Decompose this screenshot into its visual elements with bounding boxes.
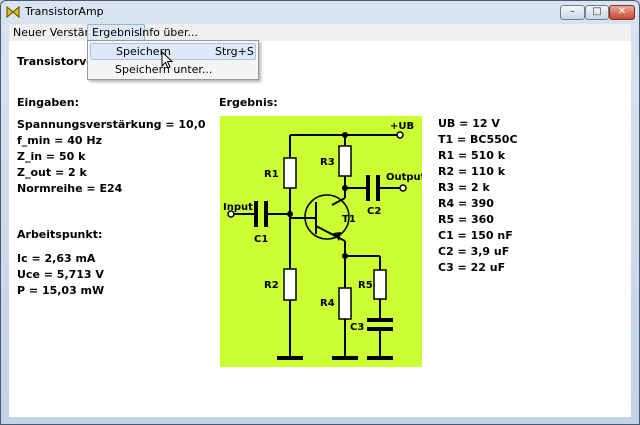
minimize-button[interactable]: – [560, 5, 585, 20]
result-t1: T1 = BC550C [438, 133, 518, 146]
speichern-shortcut: Strg+S [215, 45, 254, 58]
result-r5: R5 = 360 [438, 213, 494, 226]
operating-ic: Ic = 2,63 mA [17, 252, 96, 265]
circuit-schematic: +UB Output Input R1 R2 R3 R4 R5 C1 C2 C3… [220, 116, 422, 367]
window-title: TransistorAmp [25, 5, 104, 18]
result-c1: C1 = 150 nF [438, 229, 513, 242]
title-bar[interactable]: TransistorAmp – □ ✕ [1, 1, 639, 23]
menu-item-speichern-unter[interactable]: Speichern unter... [90, 61, 256, 78]
close-button[interactable]: ✕ [609, 5, 635, 20]
ub-terminal [396, 131, 404, 139]
r5-resistor [373, 269, 387, 300]
result-r2: R2 = 110 k [438, 165, 506, 178]
result-r1: R1 = 510 k [438, 149, 506, 162]
ergebnis-dropdown: Speichern Strg+S Speichern unter... [87, 40, 259, 80]
result-c3: C3 = 22 uF [438, 261, 506, 274]
result-c2: C2 = 3,9 uF [438, 245, 510, 258]
input-series: Normreihe = E24 [17, 182, 123, 195]
operating-power: P = 15,03 mW [17, 284, 105, 297]
c1-capacitor [254, 201, 268, 227]
menu-item-speichern[interactable]: Speichern Strg+S [90, 43, 256, 60]
operating-heading: Arbeitspunkt: [17, 228, 103, 241]
label-ub: +UB [390, 121, 414, 132]
maximize-button[interactable]: □ [585, 5, 609, 20]
label-r3: R3 [320, 157, 335, 168]
label-c2: C2 [367, 206, 381, 217]
label-c1: C1 [254, 234, 268, 245]
r2-resistor [283, 268, 297, 301]
input-fmin: f_min = 40 Hz [17, 134, 102, 147]
label-output: Output [386, 172, 422, 183]
transistor-app-icon [6, 5, 20, 19]
menu-info[interactable]: Info über... [135, 24, 202, 41]
result-r3: R3 = 2 k [438, 181, 490, 194]
output-terminal [399, 184, 407, 192]
app-window: TransistorAmp – □ ✕ Neuer Verstärker Erg… [0, 0, 640, 425]
mouse-cursor-icon [161, 51, 173, 69]
c2-capacitor [366, 175, 380, 201]
r1-resistor [283, 157, 297, 189]
input-gain: Spannungsverstärkung = 10,0 [17, 118, 206, 131]
input-zin: Z_in = 50 k [17, 150, 86, 163]
menu-bar: Neuer Verstärker Ergebnis Info über... [9, 24, 631, 41]
result-r4: R4 = 390 [438, 197, 494, 210]
r3-resistor [338, 145, 352, 177]
operating-uce: Uce = 5,713 V [17, 268, 104, 281]
label-r4: R4 [320, 298, 335, 309]
inputs-heading: Eingaben: [17, 96, 79, 109]
r4-resistor [338, 287, 352, 320]
label-r5: R5 [358, 280, 373, 291]
input-zout: Z_out = 2 k [17, 166, 87, 179]
label-input: Input [223, 202, 253, 213]
result-ub: UB = 12 V [438, 117, 500, 130]
label-r1: R1 [264, 169, 279, 180]
c3-capacitor [367, 318, 393, 331]
result-heading: Ergebnis: [219, 96, 278, 109]
label-c3: C3 [350, 322, 364, 333]
label-r2: R2 [264, 280, 279, 291]
label-t1: T1 [342, 214, 356, 225]
